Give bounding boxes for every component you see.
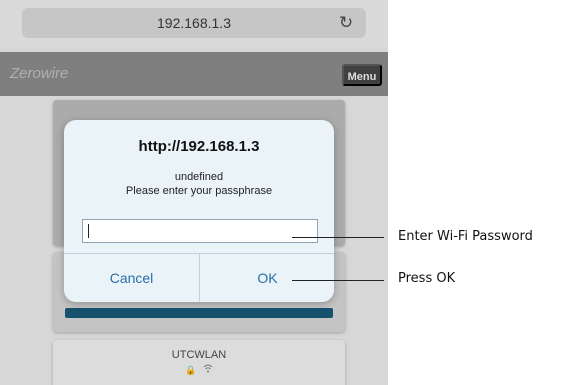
dialog-message-line1: undefined: [174, 171, 224, 183]
callout-label-input: Enter Wi-Fi Password: [398, 229, 533, 244]
card-accent-bar: [65, 308, 333, 318]
text-caret: [88, 224, 89, 238]
callout-line-input: [292, 237, 384, 238]
network-status-icons: 🔒: [53, 364, 345, 376]
callout-label-ok: Press OK: [398, 271, 456, 286]
dialog-message-line2: Please enter your passphrase: [125, 185, 273, 197]
callout-line-ok: [292, 280, 384, 281]
network-card-utcwlan[interactable]: UTCWLAN 🔒: [53, 340, 345, 385]
passphrase-input[interactable]: [82, 219, 318, 243]
url-text: 192.168.1.3: [157, 15, 231, 31]
passphrase-dialog: http://192.168.1.3 undefined Please ente…: [64, 120, 334, 302]
browser-address-bar: 192.168.1.3 ↻: [0, 0, 388, 48]
network-name: UTCWLAN: [171, 349, 227, 361]
menu-button[interactable]: Menu: [342, 64, 382, 86]
app-header: Zerowire Menu: [0, 52, 388, 96]
ok-button[interactable]: OK: [200, 254, 334, 302]
cancel-button[interactable]: Cancel: [64, 254, 199, 302]
reload-icon[interactable]: ↻: [336, 12, 356, 34]
lock-icon: 🔒: [185, 365, 199, 375]
url-field[interactable]: 192.168.1.3 ↻: [22, 8, 366, 38]
dialog-title: http://192.168.1.3: [138, 138, 260, 155]
phone-screenshot: 192.168.1.3 ↻ Zerowire Menu UTCWLAN 🔒 ht…: [0, 0, 388, 385]
wifi-icon: [203, 364, 213, 375]
app-title: Zerowire: [10, 65, 69, 82]
